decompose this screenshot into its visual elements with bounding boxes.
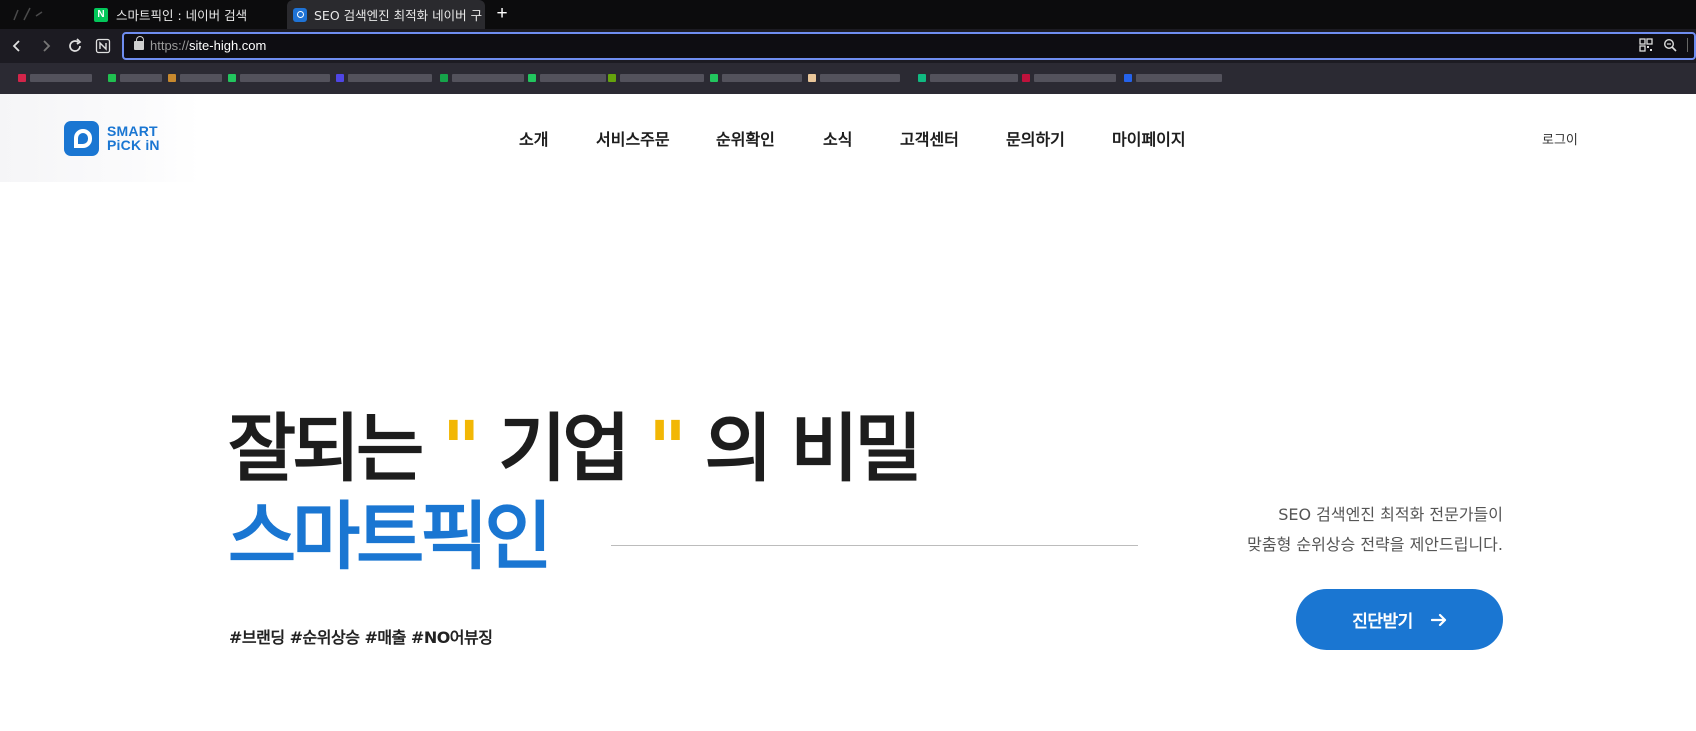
- bookmark-label-blurred: [820, 74, 900, 82]
- reload-icon: [69, 38, 82, 52]
- menu-item-intro[interactable]: 소개: [519, 126, 596, 150]
- forward-button[interactable]: [37, 37, 55, 55]
- bookmark-favicon: [336, 74, 344, 82]
- bookmark-favicon: [228, 74, 236, 82]
- hero-subtitle: SEO 검색엔진 최적화 전문가들이 맞춤형 순위상승 전략을 제안드립니다.: [1247, 500, 1503, 560]
- headline-quote-close: ": [648, 406, 687, 492]
- bookmark-label-blurred: [1034, 74, 1116, 82]
- hero-subtitle-line-1: SEO 검색엔진 최적화 전문가들이: [1278, 505, 1503, 524]
- bookmark-favicon: [1124, 74, 1132, 82]
- smartpickin-logo-icon[interactable]: [64, 121, 99, 156]
- bookmark-label-blurred: [1136, 74, 1222, 82]
- bookmark-label-blurred: [930, 74, 1018, 82]
- toolbar-divider: [1687, 38, 1688, 52]
- bookmark-item[interactable]: [228, 73, 330, 83]
- qr-code-icon[interactable]: [1639, 38, 1653, 52]
- back-icon: [12, 40, 20, 52]
- diagnosis-button[interactable]: 진단받기: [1296, 589, 1503, 650]
- bookmark-favicon: [1022, 74, 1030, 82]
- bookmark-label-blurred: [722, 74, 802, 82]
- window-corner-graphic: [13, 7, 43, 21]
- bookmark-favicon: [440, 74, 448, 82]
- bookmark-item[interactable]: [528, 73, 606, 83]
- menu-item-service-order[interactable]: 서비스주문: [596, 126, 716, 150]
- hero-divider: [611, 545, 1138, 546]
- tab-title: 스마트픽인 : 네이버 검색: [116, 8, 248, 23]
- logo-area: [0, 94, 200, 182]
- bookmark-item[interactable]: [336, 73, 432, 83]
- bookmark-label-blurred: [180, 74, 222, 82]
- bookmark-favicon: [18, 74, 26, 82]
- bookmark-item[interactable]: [1124, 73, 1222, 83]
- bookmark-item[interactable]: [168, 73, 222, 83]
- bookmark-item[interactable]: [1022, 73, 1116, 83]
- headline-quote-open: ": [442, 406, 481, 492]
- hero-headline-line-1: 잘되는 " 기업 " 의 비밀: [228, 406, 923, 492]
- browser-nav-bar: https://site-high.com: [0, 29, 1696, 63]
- headline-word: 잘되는: [228, 406, 424, 492]
- main-menu: 소개 서비스주문 순위확인 소식 고객센터 문의하기 마이페이지: [519, 126, 1186, 150]
- notion-icon: [95, 38, 111, 54]
- bookmark-label-blurred: [348, 74, 432, 82]
- menu-item-inquiry[interactable]: 문의하기: [1006, 126, 1112, 150]
- hero-hashtags: #브랜딩 #순위상승 #매출 #NO어뷰징: [229, 628, 493, 647]
- bookmark-item[interactable]: [808, 73, 900, 83]
- bookmark-favicon: [528, 74, 536, 82]
- new-tab-button[interactable]: +: [492, 4, 512, 24]
- login-link[interactable]: 로그이: [1542, 129, 1578, 148]
- arrow-right-icon: [1430, 613, 1446, 626]
- menu-item-mypage[interactable]: 마이페이지: [1112, 126, 1186, 150]
- back-button[interactable]: [8, 37, 26, 55]
- hero-subtitle-line-2: 맞춤형 순위상승 전략을 제안드립니다.: [1247, 535, 1503, 554]
- diagnosis-button-label: 진단받기: [1352, 612, 1413, 632]
- browser-tab-bar: N 스마트픽인 : 네이버 검색 SEO 검색엔진 최적화 네이버 구 +: [0, 0, 1696, 29]
- forward-icon: [43, 40, 51, 52]
- bookmark-favicon: [918, 74, 926, 82]
- bookmark-label-blurred: [540, 74, 606, 82]
- bookmark-label-blurred: [620, 74, 704, 82]
- bookmark-item[interactable]: [440, 73, 524, 83]
- bookmark-favicon: [608, 74, 616, 82]
- bookmark-favicon: [808, 74, 816, 82]
- notion-button[interactable]: [94, 37, 112, 55]
- bookmark-label-blurred: [240, 74, 330, 82]
- smartpickin-favicon: [293, 7, 307, 22]
- menu-item-customer-center[interactable]: 고객센터: [900, 126, 1006, 150]
- zoom-icon[interactable]: [1663, 38, 1677, 52]
- tab-naver-search[interactable]: N 스마트픽인 : 네이버 검색: [86, 0, 282, 29]
- site-header: SMART PiCK iN 소개 서비스주문 순위확인 소식 고객센터 문의하기…: [0, 94, 1696, 182]
- bookmark-item[interactable]: [608, 73, 704, 83]
- bookmarks-bar: [0, 63, 1696, 94]
- brand-line-1: SMART: [107, 123, 158, 139]
- reload-button[interactable]: [66, 37, 84, 55]
- bookmark-label-blurred: [30, 74, 92, 82]
- bookmark-favicon: [710, 74, 718, 82]
- naver-favicon: N: [94, 7, 108, 22]
- brand-logo-text[interactable]: SMART PiCK iN: [107, 124, 160, 152]
- headline-word: 기업: [498, 406, 630, 492]
- tab-seo-active[interactable]: SEO 검색엔진 최적화 네이버 구: [287, 0, 485, 29]
- menu-item-rank-check[interactable]: 순위확인: [716, 126, 823, 150]
- brand-line-2: PiCK iN: [107, 137, 160, 153]
- bookmark-favicon: [108, 74, 116, 82]
- bookmark-item[interactable]: [710, 73, 802, 83]
- url-scheme: https://: [150, 38, 190, 53]
- headline-word: 의 비밀: [704, 406, 923, 492]
- address-actions: [1639, 38, 1688, 52]
- address-url: https://site-high.com: [150, 38, 266, 53]
- menu-item-news[interactable]: 소식: [823, 126, 900, 150]
- bookmark-label-blurred: [452, 74, 524, 82]
- bookmark-item[interactable]: [108, 73, 162, 83]
- address-bar[interactable]: https://site-high.com: [122, 32, 1696, 60]
- bookmark-label-blurred: [120, 74, 162, 82]
- lock-icon: [134, 36, 144, 50]
- tab-title: SEO 검색엔진 최적화 네이버 구: [314, 8, 483, 23]
- hero-headline-brand: 스마트픽인: [228, 494, 552, 580]
- bookmark-favicon: [168, 74, 176, 82]
- bookmark-item[interactable]: [918, 73, 1018, 83]
- url-host: site-high.com: [189, 38, 267, 53]
- bookmark-item[interactable]: [18, 73, 92, 83]
